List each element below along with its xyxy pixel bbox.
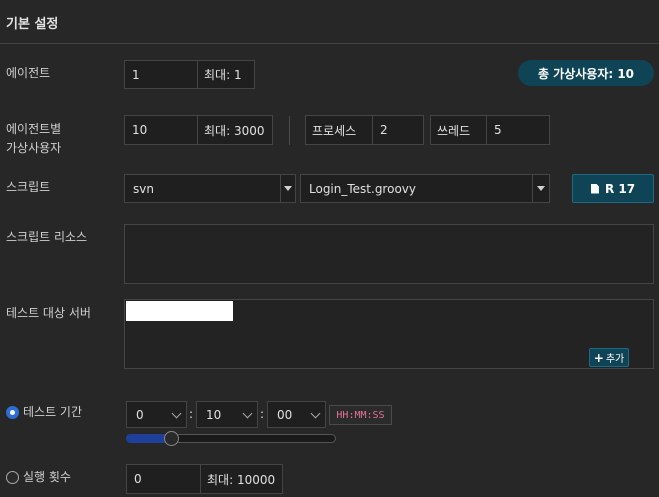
run-count-label: 실행 횟수: [23, 470, 71, 484]
document-icon: [590, 183, 599, 194]
script-file-select[interactable]: Login_Test.groovy: [300, 174, 533, 203]
section-divider: [0, 43, 659, 44]
duration-radio[interactable]: [6, 406, 19, 419]
target-servers-label: 테스트 대상 서버: [6, 306, 91, 320]
vusers-per-agent-input[interactable]: 10: [124, 115, 198, 145]
time-colon: :: [189, 407, 194, 421]
script-file-dropdown-toggle[interactable]: [532, 174, 550, 203]
vusers-max-addon: 최대: 3000: [197, 115, 273, 145]
vusers-per-agent-label-line1: 에이전트별: [6, 122, 62, 136]
duration-slider-handle[interactable]: [164, 431, 180, 446]
script-revision-label: R 17: [604, 181, 636, 196]
run-count-input[interactable]: 0: [126, 464, 201, 494]
script-repo-select[interactable]: svn: [124, 174, 281, 203]
script-resources-label: 스크립트 리소스: [6, 230, 88, 244]
agent-label: 에이전트: [6, 66, 51, 80]
thread-label: 쓰레드: [430, 115, 487, 145]
plus-icon: +: [593, 350, 604, 365]
section-title: 기본 설정: [6, 17, 59, 32]
agent-max-addon: 최대: 1: [197, 60, 255, 89]
run-count-radio[interactable]: [6, 471, 19, 484]
duration-label: 테스트 기간: [23, 405, 83, 419]
chevron-down-icon: [284, 186, 292, 191]
script-repo-dropdown-toggle[interactable]: [280, 174, 296, 203]
add-target-server-button[interactable]: + 추가: [589, 348, 629, 367]
process-input[interactable]: 2: [372, 115, 424, 145]
add-target-server-label: 추가: [605, 354, 625, 365]
script-label: 스크립트: [6, 180, 51, 194]
duration-hours-value: 0: [136, 407, 144, 422]
vertical-separator: [289, 116, 290, 145]
script-resources-box[interactable]: [124, 224, 654, 284]
chevron-down-icon: [310, 408, 321, 418]
target-server-entry[interactable]: [126, 301, 233, 321]
duration-minutes-value: 10: [206, 407, 222, 422]
chevron-down-icon: [171, 408, 182, 418]
thread-input[interactable]: 5: [486, 115, 550, 145]
script-revision-button[interactable]: R 17: [572, 174, 654, 203]
agent-count-input[interactable]: 1: [124, 60, 198, 89]
duration-seconds-select[interactable]: 00: [267, 401, 326, 428]
vusers-per-agent-label-line2: 가상사용자: [6, 141, 62, 155]
duration-minutes-select[interactable]: 10: [196, 401, 258, 428]
time-format-hint: HH:MM:SS: [329, 405, 392, 425]
chevron-down-icon: [537, 186, 545, 191]
duration-hours-select[interactable]: 0: [126, 401, 187, 428]
total-vusers-badge: 총 가상사용자: 10: [518, 60, 654, 86]
run-count-max-addon: 최대: 10000: [200, 464, 283, 494]
process-label: 프로세스: [305, 115, 373, 145]
vusers-per-agent-label: 에이전트별 가상사용자: [6, 120, 61, 158]
chevron-down-icon: [242, 408, 253, 418]
duration-seconds-value: 00: [277, 407, 293, 422]
time-colon: :: [260, 407, 265, 421]
